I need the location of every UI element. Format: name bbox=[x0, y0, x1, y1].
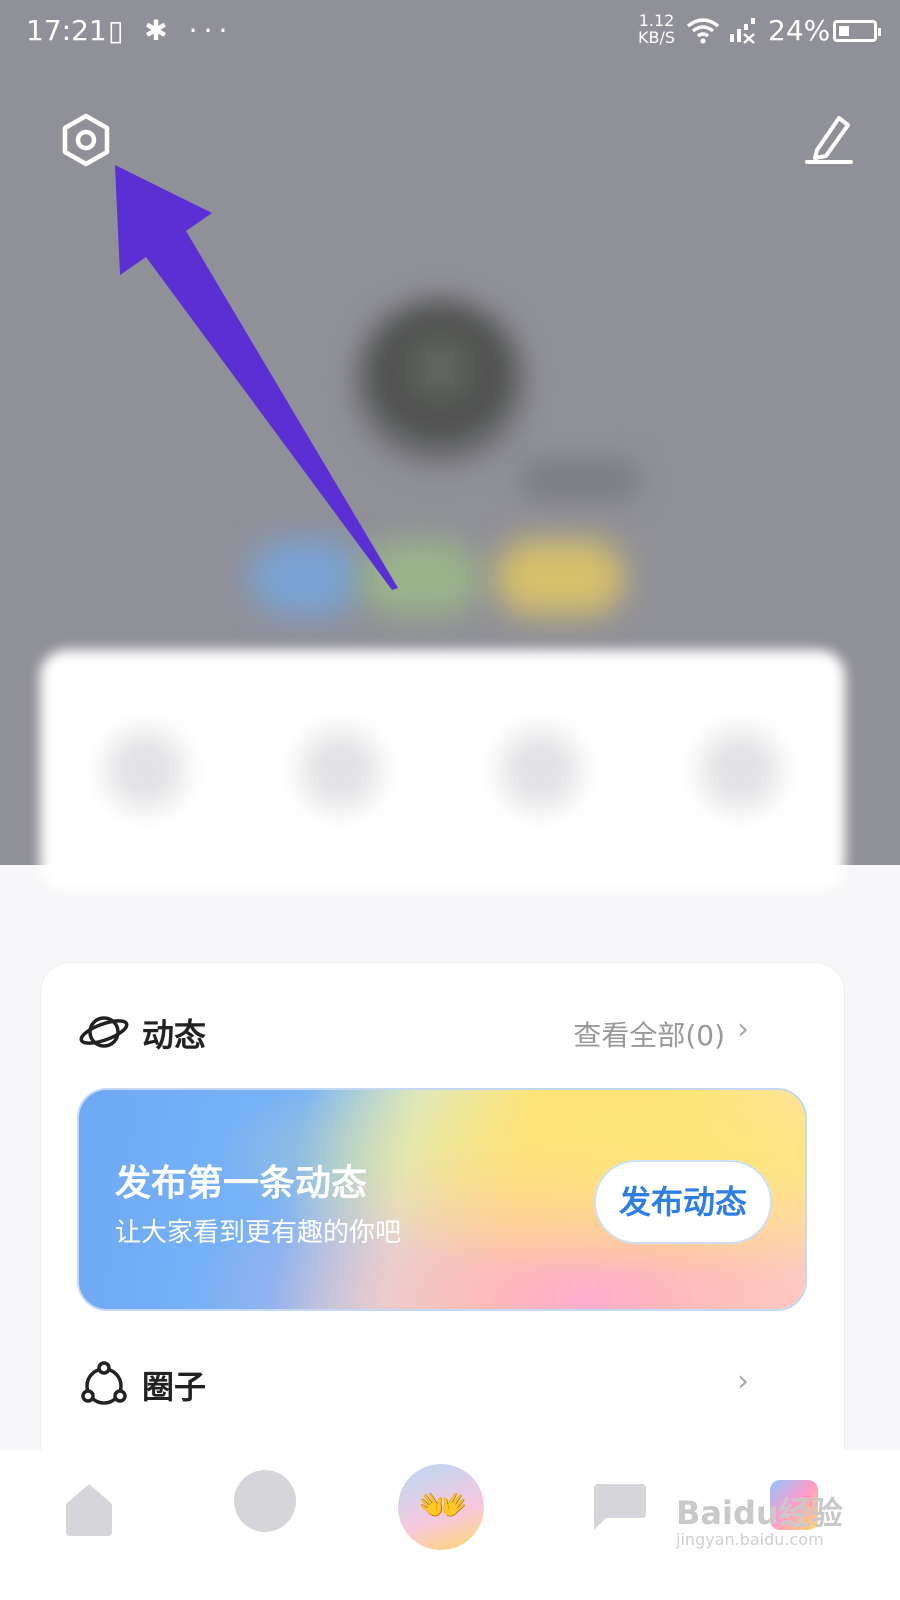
signal-icon bbox=[730, 18, 755, 44]
center-tab-button[interactable]: 👐 bbox=[398, 1464, 484, 1550]
dynamics-title: 动态 bbox=[142, 1016, 207, 1054]
watermark-url: jingyan.baidu.com bbox=[676, 1530, 824, 1549]
edit-icon[interactable] bbox=[803, 112, 855, 168]
promo-title: 发布第一条动态 bbox=[115, 1163, 368, 1204]
circles-icon bbox=[81, 1361, 127, 1405]
publish-post-button[interactable]: 发布动态 bbox=[594, 1160, 772, 1244]
waving-hands-icon: 👐 bbox=[418, 1483, 468, 1529]
stat-item bbox=[300, 730, 380, 810]
promo-subtitle: 让大家看到更有趣的你吧 bbox=[115, 1218, 402, 1248]
circles-title: 圈子 bbox=[142, 1368, 207, 1406]
network-speed: 1.12 KB/S bbox=[638, 12, 675, 46]
watermark: Baidu经验 bbox=[676, 1494, 843, 1532]
home-tab-icon[interactable] bbox=[58, 1478, 120, 1540]
status-left-icons: ▯ ✱ ··· bbox=[108, 14, 234, 47]
post-promo-banner: 发布第一条动态 让大家看到更有趣的你吧 发布动态 bbox=[77, 1088, 807, 1311]
avatar[interactable] bbox=[355, 300, 525, 470]
tag-pill-blue bbox=[250, 540, 360, 615]
view-all-link[interactable]: 查看全部(0) bbox=[573, 1014, 725, 1054]
settings-icon[interactable] bbox=[58, 112, 114, 168]
stat-item bbox=[105, 730, 185, 810]
circles-row[interactable]: 圈子 › bbox=[40, 1352, 805, 1412]
message-tab-icon[interactable] bbox=[588, 1480, 648, 1532]
username-blurred bbox=[520, 460, 640, 500]
stat-item bbox=[500, 730, 580, 810]
stat-item bbox=[700, 730, 780, 810]
battery-icon bbox=[833, 20, 881, 42]
discover-tab-icon[interactable] bbox=[234, 1470, 296, 1532]
status-time: 17:21 bbox=[26, 14, 107, 47]
tag-pill-green bbox=[360, 540, 480, 615]
network-speed-unit: KB/S bbox=[638, 28, 676, 47]
chevron-right-icon: › bbox=[737, 1012, 749, 1047]
dynamics-row[interactable]: 动态 查看全部(0) › bbox=[40, 1000, 805, 1060]
tag-pill-yellow bbox=[495, 540, 625, 615]
wifi-icon bbox=[686, 18, 720, 44]
chevron-right-icon: › bbox=[737, 1364, 749, 1399]
planet-icon bbox=[79, 1016, 129, 1048]
battery-percent: 24% bbox=[768, 14, 831, 47]
status-bar: 17:21 ▯ ✱ ··· 1.12 KB/S 24% bbox=[0, 0, 900, 64]
